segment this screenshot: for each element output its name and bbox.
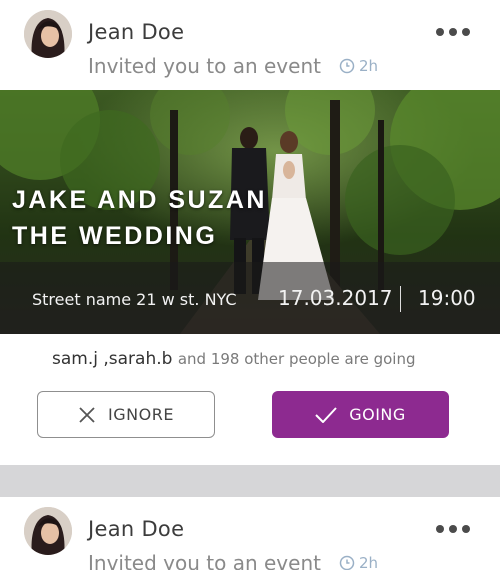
check-icon <box>315 406 337 423</box>
event-info-bar: Street name 21 w st. NYC 17.03.2017 19:0… <box>0 262 500 334</box>
event-address: Street name 21 w st. NYC <box>32 290 237 309</box>
author-name[interactable]: Jean Doe <box>88 517 184 541</box>
event-title: JAKE AND SUZAN THE WEDDING <box>12 182 267 254</box>
event-card: Jean Doe Invited you to an event 2h <box>0 0 500 465</box>
feed-separator <box>0 465 500 497</box>
more-icon[interactable] <box>436 28 470 36</box>
time-ago: 2h <box>358 554 379 570</box>
action-text: Invited you to an event <box>88 551 321 570</box>
clock-icon <box>339 555 355 570</box>
author-name[interactable]: Jean Doe <box>88 20 184 44</box>
event-time: 19:00 <box>418 286 476 310</box>
attendees-summary[interactable]: sam.j ,sarah.b and 198 other people are … <box>52 349 415 369</box>
event-date: 17.03.2017 <box>278 286 393 310</box>
going-label: GOING <box>349 405 406 424</box>
more-icon[interactable] <box>436 525 470 533</box>
event-title-line-2: THE WEDDING <box>12 222 218 250</box>
attendee-names[interactable]: sam.j ,sarah.b <box>52 349 172 369</box>
time-ago: 2h <box>358 57 379 75</box>
avatar[interactable] <box>24 507 72 555</box>
ignore-label: IGNORE <box>108 405 174 424</box>
event-title-line-1: JAKE AND SUZAN <box>12 186 267 214</box>
clock-icon <box>339 58 355 74</box>
post-subline: Invited you to an event 2h <box>88 551 378 570</box>
card-header: Jean Doe Invited you to an event 2h <box>0 497 500 570</box>
going-button[interactable]: GOING <box>272 391 449 438</box>
close-icon <box>78 406 96 424</box>
date-time-divider <box>400 286 401 312</box>
card-header: Jean Doe Invited you to an event 2h <box>0 0 500 90</box>
avatar[interactable] <box>24 10 72 58</box>
post-subline: Invited you to an event 2h <box>88 54 378 78</box>
event-card: Jean Doe Invited you to an event 2h <box>0 497 500 570</box>
ignore-button[interactable]: IGNORE <box>37 391 215 438</box>
action-text: Invited you to an event <box>88 54 321 78</box>
event-banner[interactable]: JAKE AND SUZAN THE WEDDING Street name 2… <box>0 90 500 334</box>
attendee-count-text: and 198 other people are going <box>177 350 416 368</box>
